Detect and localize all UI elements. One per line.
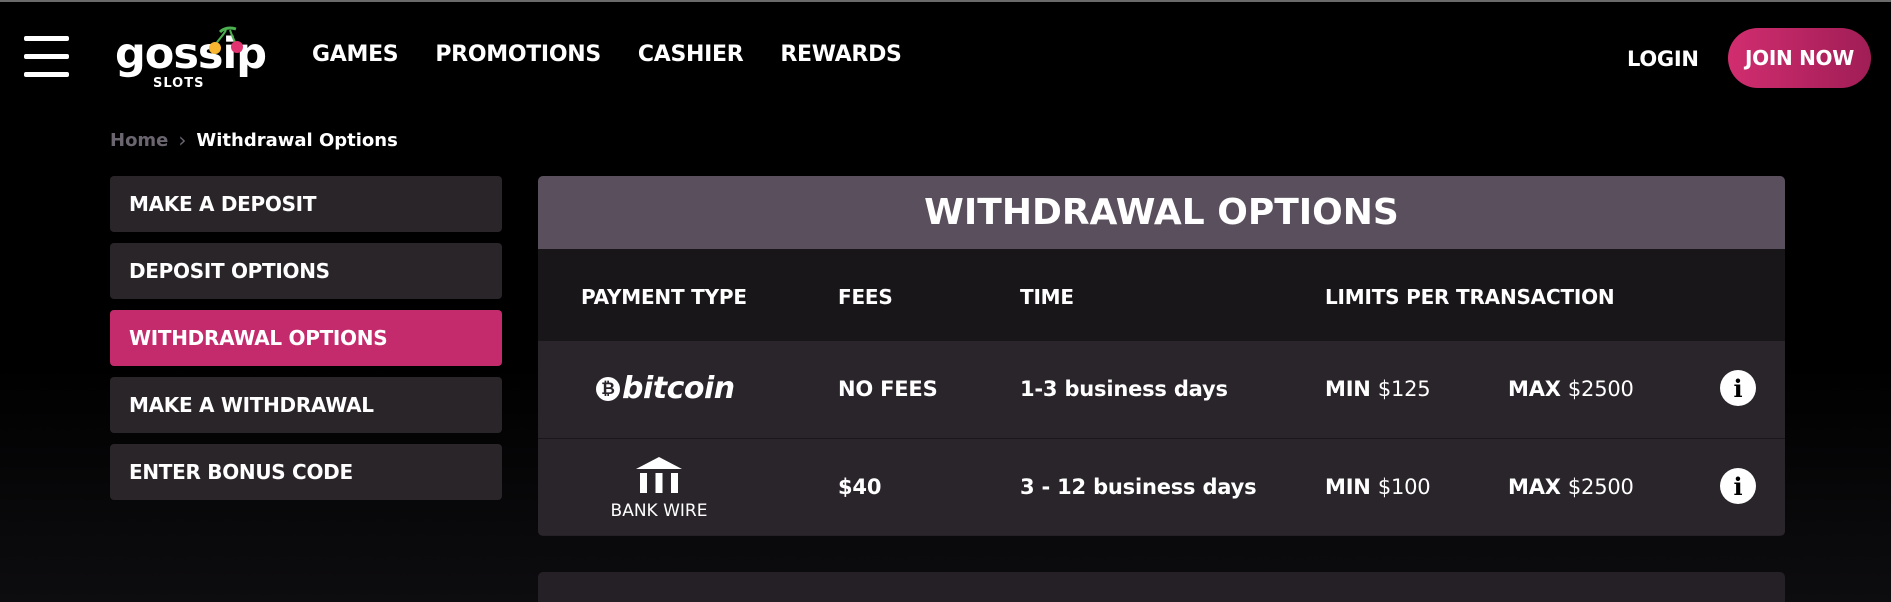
info-icon[interactable]: i [1720, 370, 1756, 406]
column-header-payment-type: PAYMENT TYPE [581, 285, 747, 309]
max-limit: MAX $2500 [1508, 377, 1634, 401]
logo-subtitle: SLOTS [153, 76, 205, 91]
gossip-slots-logo[interactable]: gossip SLOTS [115, 26, 267, 91]
table-row: BANK WIRE $40 3 - 12 business days MIN $… [538, 438, 1785, 535]
breadcrumb-current: Withdrawal Options [196, 129, 398, 151]
min-limit: MIN $125 [1325, 377, 1431, 401]
max-label: MAX [1508, 475, 1561, 499]
fees-value: $40 [838, 475, 882, 499]
max-label: MAX [1508, 377, 1561, 401]
sidebar-item-make-a-withdrawal[interactable]: MAKE A WITHDRAWAL [110, 377, 502, 433]
sidebar: MAKE A DEPOSIT DEPOSIT OPTIONS WITHDRAWA… [110, 176, 502, 511]
table-row: ₿ bitcoin NO FEES 1-3 business days MIN … [538, 341, 1785, 438]
min-limit: MIN $100 [1325, 475, 1431, 499]
bank-icon [636, 457, 682, 493]
min-amount: $125 [1377, 377, 1431, 401]
max-amount: $2500 [1567, 475, 1634, 499]
column-header-limits: LIMITS PER TRANSACTION [1325, 285, 1615, 309]
page-title: WITHDRAWAL OPTIONS [538, 176, 1785, 249]
time-value: 3 - 12 business days [1020, 475, 1257, 499]
info-icon[interactable]: i [1720, 468, 1756, 504]
bitcoin-logo-icon: ₿ bitcoin [596, 371, 735, 406]
nav-rewards[interactable]: REWARDS [780, 42, 902, 67]
cherry-icon [209, 26, 243, 54]
secondary-panel [538, 572, 1785, 602]
min-label: MIN [1325, 475, 1371, 499]
nav-promotions[interactable]: PROMOTIONS [435, 42, 601, 67]
column-header-time: TIME [1020, 285, 1074, 309]
max-amount: $2500 [1567, 377, 1634, 401]
nav-games[interactable]: GAMES [312, 42, 399, 67]
payment-type-label: bitcoin [622, 371, 735, 406]
breadcrumb-home[interactable]: Home [110, 130, 168, 151]
payment-type-label: BANK WIRE [610, 501, 708, 521]
table-header: PAYMENT TYPE FEES TIME LIMITS PER TRANSA… [538, 249, 1785, 341]
main-nav: GAMES PROMOTIONS CASHIER REWARDS [312, 42, 902, 67]
login-link[interactable]: LOGIN [1627, 47, 1699, 71]
hamburger-menu-icon[interactable] [24, 36, 69, 78]
fees-value: NO FEES [838, 377, 938, 401]
site-header: gossip SLOTS GAMES PROMOTIONS CASHIER RE… [0, 2, 1891, 114]
sidebar-item-enter-bonus-code[interactable]: ENTER BONUS CODE [110, 444, 502, 500]
breadcrumb: Home › Withdrawal Options [110, 128, 398, 152]
max-limit: MAX $2500 [1508, 475, 1634, 499]
time-value: 1-3 business days [1020, 377, 1228, 401]
sidebar-item-withdrawal-options[interactable]: WITHDRAWAL OPTIONS [110, 310, 502, 366]
sidebar-item-deposit-options[interactable]: DEPOSIT OPTIONS [110, 243, 502, 299]
min-label: MIN [1325, 377, 1371, 401]
chevron-right-icon: › [178, 128, 187, 152]
min-amount: $100 [1377, 475, 1431, 499]
bank-wire-payment: BANK WIRE [607, 457, 711, 521]
column-header-fees: FEES [838, 285, 893, 309]
sidebar-item-make-a-deposit[interactable]: MAKE A DEPOSIT [110, 176, 502, 232]
join-now-button[interactable]: JOIN NOW [1728, 28, 1871, 88]
nav-cashier[interactable]: CASHIER [638, 42, 744, 67]
withdrawal-options-panel: WITHDRAWAL OPTIONS PAYMENT TYPE FEES TIM… [538, 176, 1785, 536]
